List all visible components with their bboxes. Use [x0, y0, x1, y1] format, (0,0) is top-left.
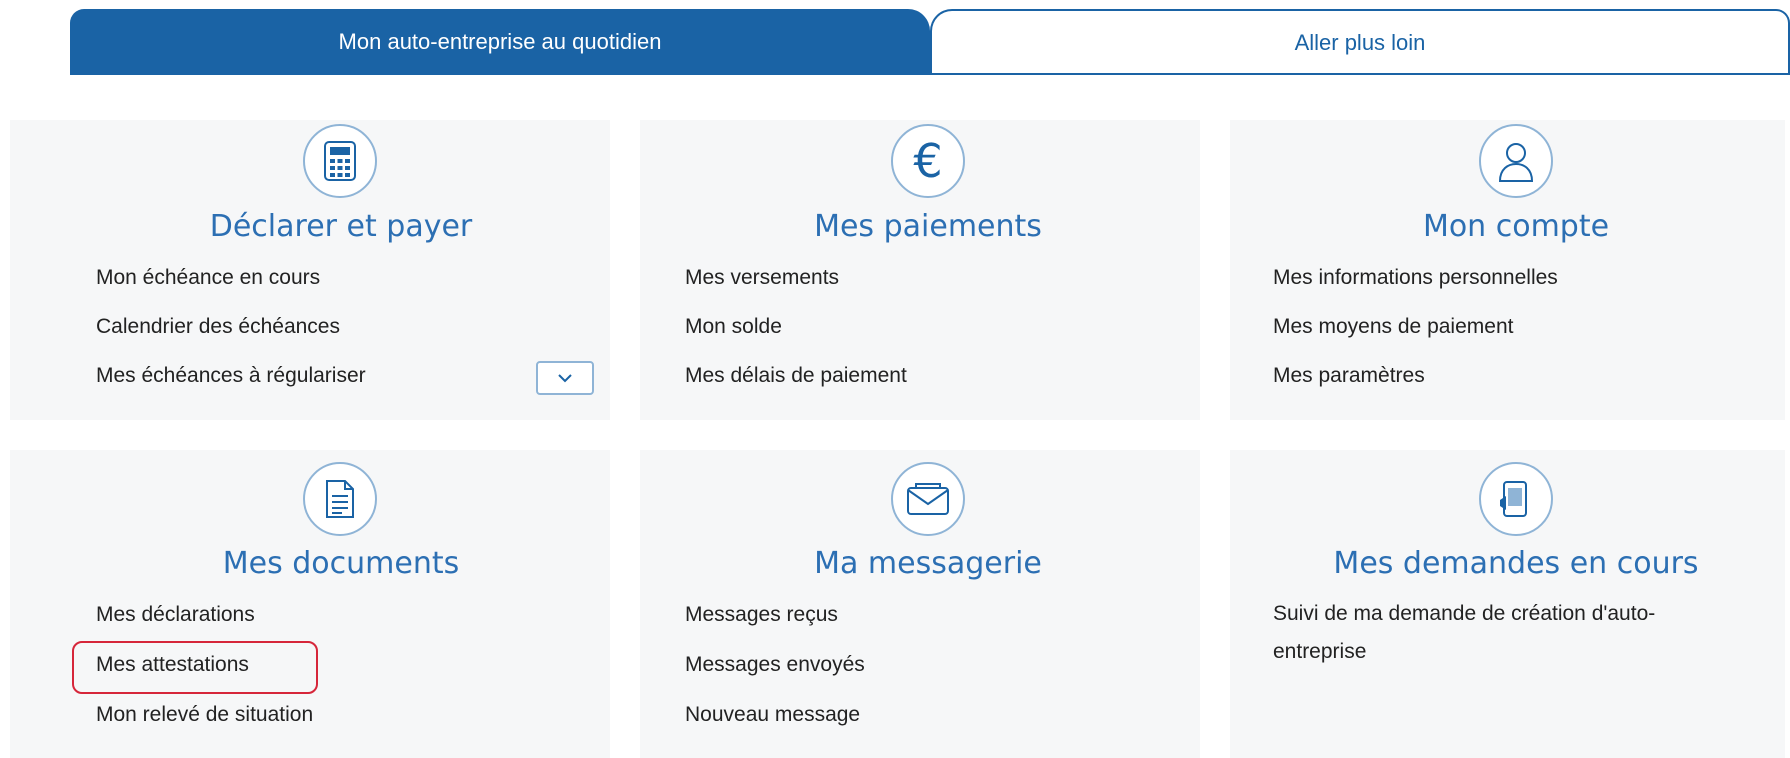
link-moyens-paiement[interactable]: Mes moyens de paiement [1273, 315, 1513, 339]
link-declarations[interactable]: Mes déclarations [96, 603, 255, 627]
chevron-down-icon [558, 374, 572, 383]
section-title-demandes: Mes demandes en cours [1333, 546, 1699, 581]
euro-icon: € [891, 124, 965, 198]
tab-bar: Mon auto-entreprise au quotidien Aller p… [70, 9, 1790, 75]
link-echeances-regulariser[interactable]: Mes échéances à régulariser [96, 364, 366, 388]
highlight-box [72, 641, 318, 694]
tab-underline [70, 73, 1790, 75]
link-nouveau-message[interactable]: Nouveau message [685, 703, 860, 727]
section-title-declarer: Déclarer et payer [209, 209, 473, 244]
link-messages-recus[interactable]: Messages reçus [685, 603, 838, 627]
link-parametres[interactable]: Mes paramètres [1273, 364, 1425, 388]
link-delais-paiement[interactable]: Mes délais de paiement [685, 364, 907, 388]
link-echeance-en-cours[interactable]: Mon échéance en cours [96, 266, 320, 290]
user-icon [1479, 124, 1553, 198]
section-title-documents: Mes documents [222, 546, 460, 581]
link-solde[interactable]: Mon solde [685, 315, 782, 339]
calculator-icon [303, 124, 377, 198]
link-messages-envoyes[interactable]: Messages envoyés [685, 653, 865, 677]
link-releve-situation[interactable]: Mon relevé de situation [96, 703, 313, 727]
tab-quotidien[interactable]: Mon auto-entreprise au quotidien [70, 9, 930, 75]
link-informations-personnelles[interactable]: Mes informations personnelles [1273, 266, 1558, 290]
link-versements[interactable]: Mes versements [685, 266, 839, 290]
section-title-compte: Mon compte [1422, 209, 1610, 244]
section-title-messagerie: Ma messagerie [814, 546, 1042, 581]
envelope-icon [891, 462, 965, 536]
expand-button[interactable] [536, 361, 594, 395]
mobile-request-icon [1479, 462, 1553, 536]
document-icon [303, 462, 377, 536]
link-suivi-demande[interactable]: Suivi de ma demande de création d'auto-e… [1273, 595, 1743, 671]
section-title-paiements: Mes paiements [814, 209, 1042, 244]
link-calendrier-echeances[interactable]: Calendrier des échéances [96, 315, 340, 339]
tab-aller-plus-loin[interactable]: Aller plus loin [930, 9, 1790, 75]
